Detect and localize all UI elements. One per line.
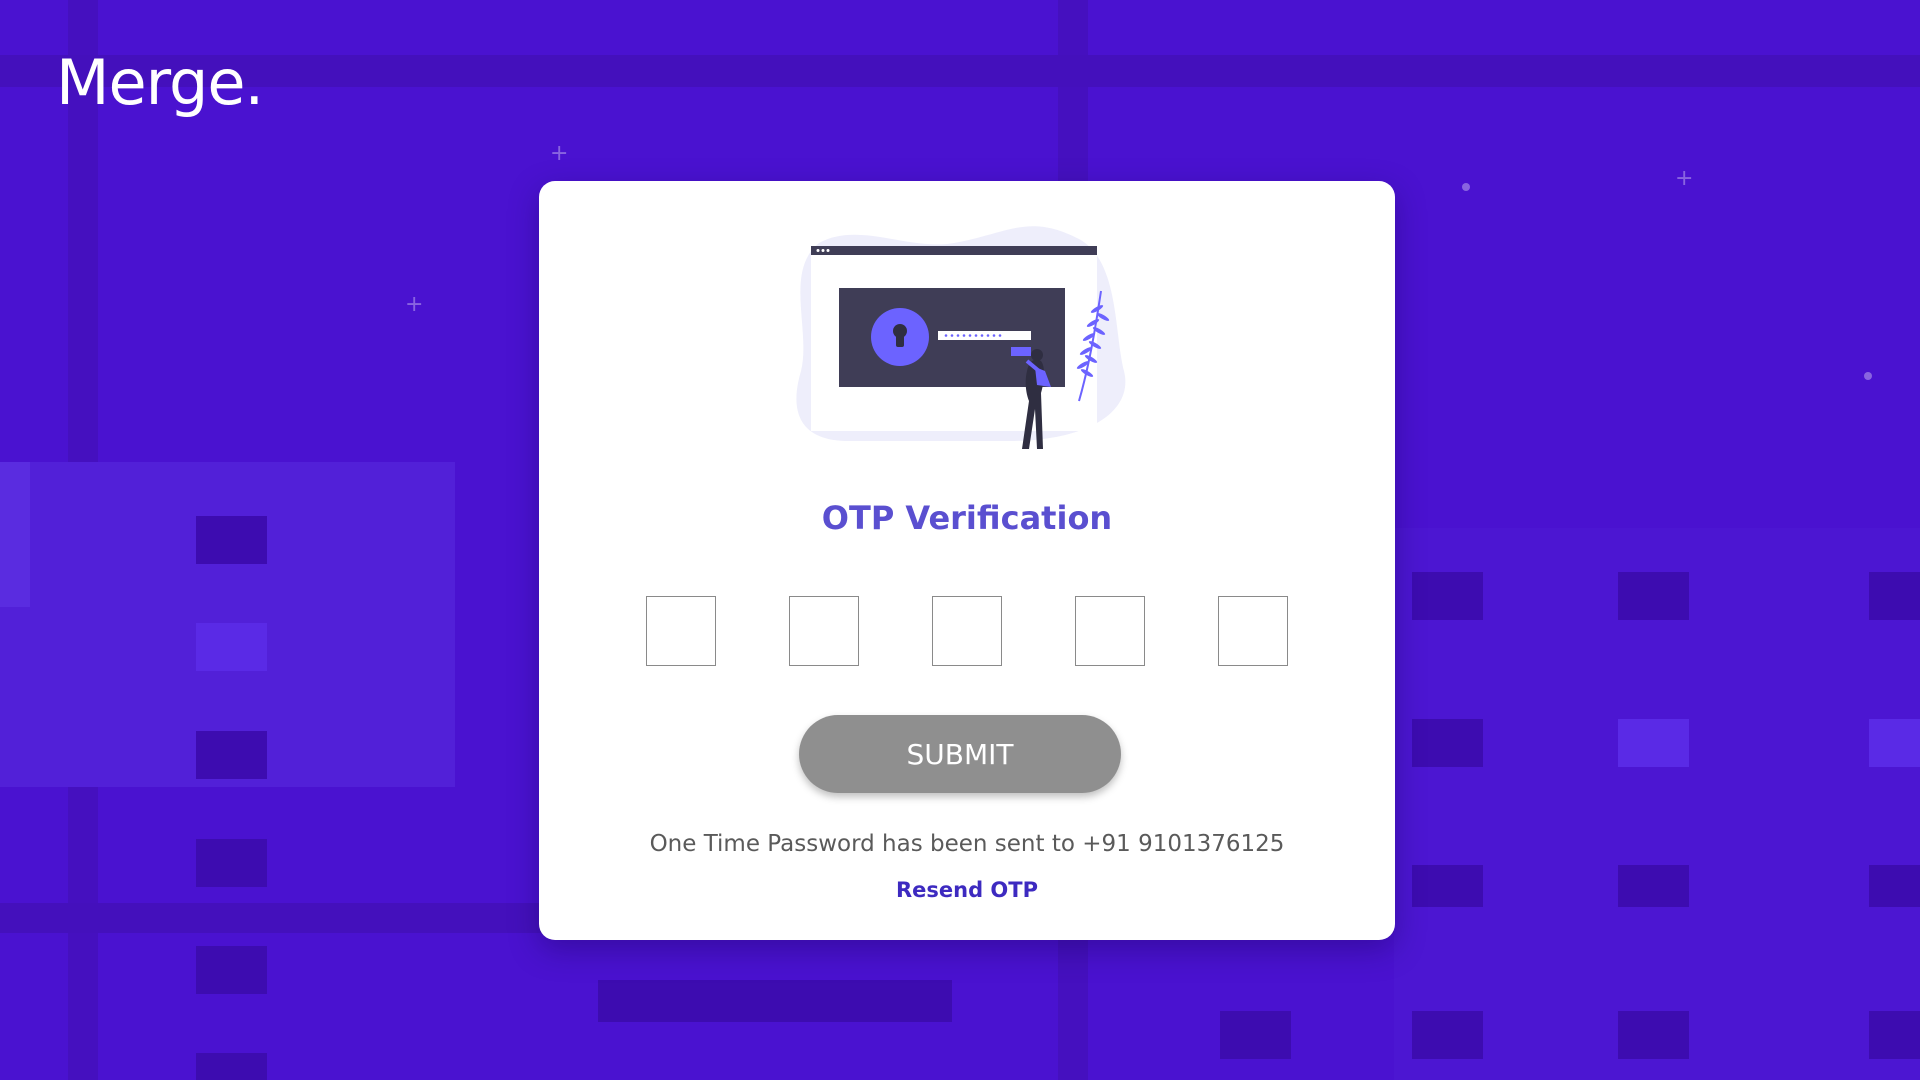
bg-square: [1618, 1011, 1689, 1059]
bg-square: [196, 516, 267, 564]
submit-button[interactable]: SUBMIT: [799, 715, 1121, 793]
bg-square: [196, 946, 267, 994]
bg-square: [1220, 1011, 1291, 1059]
otp-digit-4[interactable]: [1075, 596, 1145, 666]
bg-square: [1618, 865, 1689, 907]
dot-icon: [1864, 372, 1872, 380]
bg-square: [196, 731, 267, 779]
otp-digit-2[interactable]: [789, 596, 859, 666]
app-logo: Merge.: [56, 46, 264, 119]
bg-square: [1412, 865, 1483, 907]
bg-square: [196, 623, 267, 671]
otp-digit-1[interactable]: [646, 596, 716, 666]
bg-square: [1618, 572, 1689, 620]
bg-square: [1412, 1011, 1483, 1059]
page-title: OTP Verification: [821, 499, 1113, 537]
bg-square: [1869, 719, 1920, 767]
bg-stripe-h: [0, 55, 1920, 87]
bg-panel: [0, 462, 30, 607]
bg-square: [1618, 719, 1689, 767]
otp-sent-message: One Time Password has been sent to +91 9…: [649, 831, 1285, 857]
bg-square: [598, 980, 952, 1022]
resend-otp-link[interactable]: Resend OTP: [539, 878, 1395, 902]
otp-digit-5[interactable]: [1218, 596, 1288, 666]
bg-square: [196, 1053, 267, 1080]
bg-square: [1869, 865, 1920, 907]
bg-square: [196, 839, 267, 887]
bg-square: [1869, 1011, 1920, 1059]
lock-screen-illustration: [796, 226, 1126, 449]
otp-digit-3[interactable]: [932, 596, 1002, 666]
bg-square: [1869, 572, 1920, 620]
sparkle-icon: +: [405, 292, 424, 317]
bg-square: [1412, 719, 1483, 767]
otp-card: OTP Verification SUBMIT One Time Passwor…: [539, 181, 1395, 940]
bg-square: [1412, 572, 1483, 620]
dot-icon: [1462, 183, 1470, 191]
sparkle-icon: +: [550, 141, 569, 166]
sparkle-icon: +: [1675, 166, 1694, 191]
